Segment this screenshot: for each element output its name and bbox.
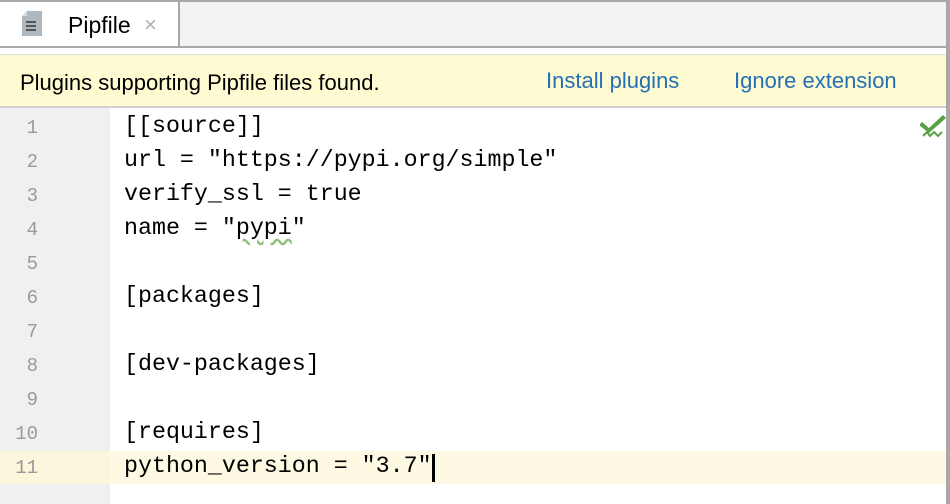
install-plugins-link[interactable]: Install plugins: [546, 68, 679, 94]
line-number: 11: [15, 457, 38, 479]
close-icon[interactable]: ×: [144, 12, 157, 38]
code-line[interactable]: name = "pypi": [124, 215, 306, 241]
line-number: 4: [26, 219, 38, 241]
line-number: 3: [26, 185, 38, 207]
line-number: 2: [26, 151, 38, 173]
line-number: 10: [15, 423, 38, 445]
file-icon: [22, 11, 42, 36]
line-number: 5: [26, 253, 38, 275]
code-text: name = ": [124, 215, 236, 241]
inspection-ok-icon[interactable]: [920, 112, 946, 138]
line-number: 8: [26, 355, 38, 377]
code-line[interactable]: verify_ssl = true: [124, 181, 362, 207]
code-text: [packages]: [124, 283, 264, 309]
code-text: [requires]: [124, 419, 264, 445]
tab-bar: Pipfile ×: [0, 0, 950, 48]
code-line[interactable]: [dev-packages]: [124, 351, 320, 377]
text-caret: [432, 454, 435, 482]
line-number: 1: [26, 117, 38, 139]
code-line[interactable]: url = "https://pypi.org/simple": [124, 147, 557, 173]
line-number: 7: [26, 321, 38, 343]
divider: [0, 46, 950, 48]
code-text: verify_ssl = true: [124, 181, 362, 207]
code-line[interactable]: python_version = "3.7": [124, 453, 432, 479]
code-text: [dev-packages]: [124, 351, 320, 377]
tab-pipfile[interactable]: Pipfile ×: [0, 2, 180, 46]
window-border: [946, 0, 950, 504]
plugin-notification-bar: Plugins supporting Pipfile files found. …: [0, 54, 946, 108]
line-number: 9: [26, 389, 38, 411]
code-text: ": [291, 215, 306, 241]
ignore-extension-link[interactable]: Ignore extension: [734, 68, 897, 94]
line-number: 6: [26, 287, 38, 309]
code-line[interactable]: [requires]: [124, 419, 264, 445]
notification-message: Plugins supporting Pipfile files found.: [20, 70, 380, 95]
code-text: url = "https://pypi.org/simple": [124, 147, 558, 173]
tab-label: Pipfile: [68, 12, 131, 38]
code-text: python_version = "3.7": [124, 453, 432, 479]
spelling-warning-text: pypi: [235, 215, 292, 241]
code-line[interactable]: [[source]]: [124, 113, 264, 139]
code-text: [[source]]: [124, 113, 264, 139]
code-line[interactable]: [packages]: [124, 283, 264, 309]
